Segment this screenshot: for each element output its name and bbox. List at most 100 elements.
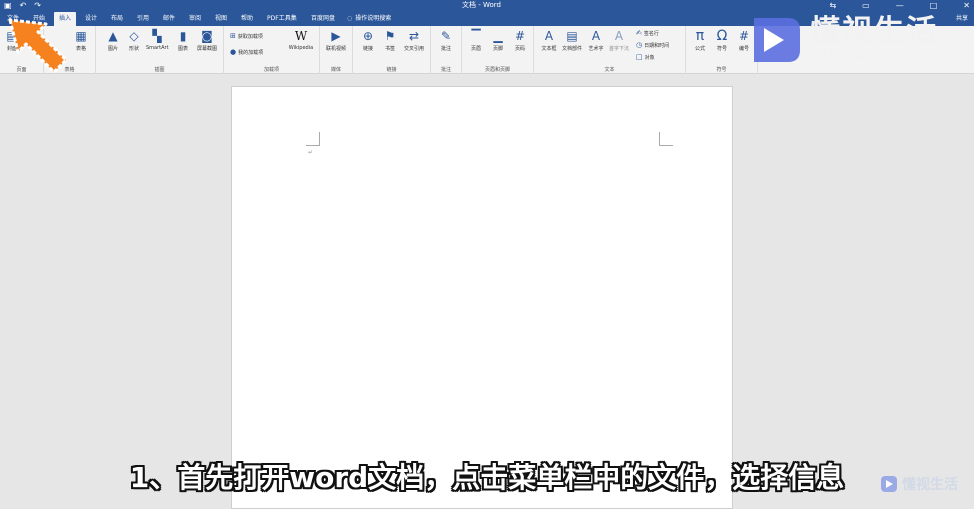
group-comments: ✎ 批注 批注 xyxy=(431,26,462,74)
tab-mailings[interactable]: 邮件 xyxy=(158,12,180,26)
online-video-label: 联机视频 xyxy=(325,46,346,52)
symbol-button[interactable]: Ω 符号 xyxy=(711,29,733,52)
brand-text: 懂视生活 51DONGSHI.COM xyxy=(810,15,949,65)
page-number-button[interactable]: # 页码 xyxy=(509,29,531,52)
chart-button[interactable]: ▮ 图表 xyxy=(172,29,194,52)
redo-icon[interactable]: ↷ xyxy=(34,1,41,10)
date-time-button[interactable]: ◷ 日期和时间 xyxy=(636,41,669,49)
save-icon[interactable]: ▣ xyxy=(4,1,12,10)
picture-icon: ▲ xyxy=(108,29,118,43)
wordart-icon: A xyxy=(591,29,601,43)
textbox-label: 文本框 xyxy=(541,46,557,52)
dropcap-label: 首字下沉 xyxy=(608,46,629,52)
margin-corner-top-right xyxy=(659,132,673,146)
signature-line-button[interactable]: ✍ 签名行 xyxy=(636,29,659,37)
date-time-icon: ◷ xyxy=(636,41,643,49)
screenshot-icon: ◙ xyxy=(201,29,213,43)
screenshot-button[interactable]: ◙ 屏幕截图 xyxy=(196,29,218,52)
footer-button[interactable]: ▁ 页脚 xyxy=(487,29,509,52)
close-icon[interactable]: ✕ xyxy=(963,1,970,10)
link-button[interactable]: ⊕ 链接 xyxy=(357,29,379,52)
signature-line-label: 签名行 xyxy=(643,30,659,37)
my-addins-button[interactable]: ● 我的加载项 xyxy=(230,48,263,56)
brand-logo-icon xyxy=(754,18,800,62)
wordart-button[interactable]: A 艺术字 xyxy=(585,29,607,52)
page-number-label: 页码 xyxy=(514,46,525,52)
brand-watermark: 懂视生活 51DONGSHI.COM xyxy=(748,8,958,72)
smartart-button[interactable]: ▚ SmartArt xyxy=(146,29,169,51)
object-icon: □ xyxy=(636,53,643,61)
my-addins-label: 我的加载项 xyxy=(238,49,264,56)
tab-design[interactable]: 设计 xyxy=(80,12,102,26)
equation-label: 公式 xyxy=(694,46,705,52)
header-button[interactable]: ▔ 页眉 xyxy=(465,29,487,52)
get-addins-label: 获取加载项 xyxy=(237,33,263,40)
wordart-label: 艺术字 xyxy=(588,46,604,52)
group-label-symbols: 符号 xyxy=(716,67,727,73)
quick-parts-label: 文档部件 xyxy=(561,46,582,52)
quick-access-toolbar: ▣ ↶ ↷ xyxy=(4,0,41,10)
small-brand-logo-icon xyxy=(881,476,897,492)
tab-pdf-tools[interactable]: PDF工具集 xyxy=(262,12,302,26)
tab-layout[interactable]: 布局 xyxy=(106,12,128,26)
cross-ref-label: 交叉引用 xyxy=(403,46,424,52)
dropcap-button[interactable]: A 首字下沉 xyxy=(608,29,630,52)
comment-button[interactable]: ✎ 批注 xyxy=(435,29,457,52)
shapes-label: 形状 xyxy=(128,46,139,52)
group-header-footer: ▔ 页眉 ▁ 页脚 # 页码 页眉和页脚 xyxy=(462,26,534,74)
textbox-button[interactable]: A 文本框 xyxy=(538,29,560,52)
bookmark-button[interactable]: ⚑ 书签 xyxy=(379,29,401,52)
group-illustrations: ▲ 图片 ◇ 形状 ▚ SmartArt ▮ 图表 ◙ 屏幕截图 插图 xyxy=(96,26,224,74)
online-video-button[interactable]: ▶ 联机视频 xyxy=(325,29,347,52)
wikipedia-icon: W xyxy=(294,29,308,43)
link-label: 链接 xyxy=(362,46,373,52)
get-addins-button[interactable]: ⊞ 获取加载项 xyxy=(230,32,263,40)
footer-label: 页脚 xyxy=(492,46,503,52)
bookmark-icon: ⚑ xyxy=(384,29,396,43)
store-icon: ⊞ xyxy=(230,32,236,40)
cross-ref-icon: ⇄ xyxy=(408,29,420,43)
orange-arrow-pointer-icon xyxy=(8,18,68,74)
bookmark-label: 书签 xyxy=(384,46,395,52)
equation-button[interactable]: π 公式 xyxy=(689,29,711,52)
group-label-illustrations: 插图 xyxy=(154,67,165,73)
wikipedia-label: Wikipedia xyxy=(288,45,314,51)
page-number-icon: # xyxy=(514,29,526,43)
quick-parts-icon: ▤ xyxy=(566,29,578,43)
group-addins: ⊞ 获取加载项 ● 我的加载项 W Wikipedia 加载项 xyxy=(224,26,320,74)
smartart-icon: ▚ xyxy=(152,29,162,43)
symbol-icon: Ω xyxy=(716,28,728,44)
symbol-label: 符号 xyxy=(716,46,727,52)
signature-line-icon: ✍ xyxy=(636,29,642,37)
tab-view[interactable]: 视图 xyxy=(210,12,232,26)
group-label-header-footer: 页眉和页脚 xyxy=(484,67,510,73)
group-label-links: 链接 xyxy=(386,67,397,73)
date-time-label: 日期和时间 xyxy=(644,42,670,49)
shapes-button[interactable]: ◇ 形状 xyxy=(123,29,145,52)
smartart-label: SmartArt xyxy=(146,45,169,51)
tab-review[interactable]: 审阅 xyxy=(184,12,206,26)
cross-ref-button[interactable]: ⇄ 交叉引用 xyxy=(403,29,425,52)
brand-url: 51DONGSHI.COM xyxy=(810,49,950,64)
shapes-icon: ◇ xyxy=(129,29,139,43)
picture-button[interactable]: ▲ 图片 xyxy=(102,29,124,52)
tab-references[interactable]: 引用 xyxy=(132,12,154,26)
textbox-icon: A xyxy=(544,29,554,43)
quick-parts-button[interactable]: ▤ 文档部件 xyxy=(561,29,583,52)
group-label-text: 文本 xyxy=(604,67,615,73)
object-button[interactable]: □ 对象 xyxy=(636,53,655,61)
header-label: 页眉 xyxy=(470,46,481,52)
picture-label: 图片 xyxy=(107,46,118,52)
document-page[interactable]: ↵ xyxy=(231,86,733,509)
tab-baidu-netdisk[interactable]: 百度网盘 xyxy=(306,12,340,26)
chart-icon: ▮ xyxy=(179,29,187,43)
undo-icon[interactable]: ↶ xyxy=(20,1,27,10)
screenshot-label: 屏幕截图 xyxy=(196,46,217,52)
paragraph-mark-icon: ↵ xyxy=(308,149,314,156)
lightbulb-icon: ◌ xyxy=(347,15,353,22)
tell-me-search[interactable]: ◌ 操作说明搜索 xyxy=(347,12,391,26)
wikipedia-button[interactable]: W Wikipedia xyxy=(286,29,316,51)
tab-help[interactable]: 帮助 xyxy=(236,12,258,26)
group-links: ⊕ 链接 ⚑ 书签 ⇄ 交叉引用 链接 xyxy=(353,26,431,74)
brand-name: 懂视生活 xyxy=(810,14,938,49)
